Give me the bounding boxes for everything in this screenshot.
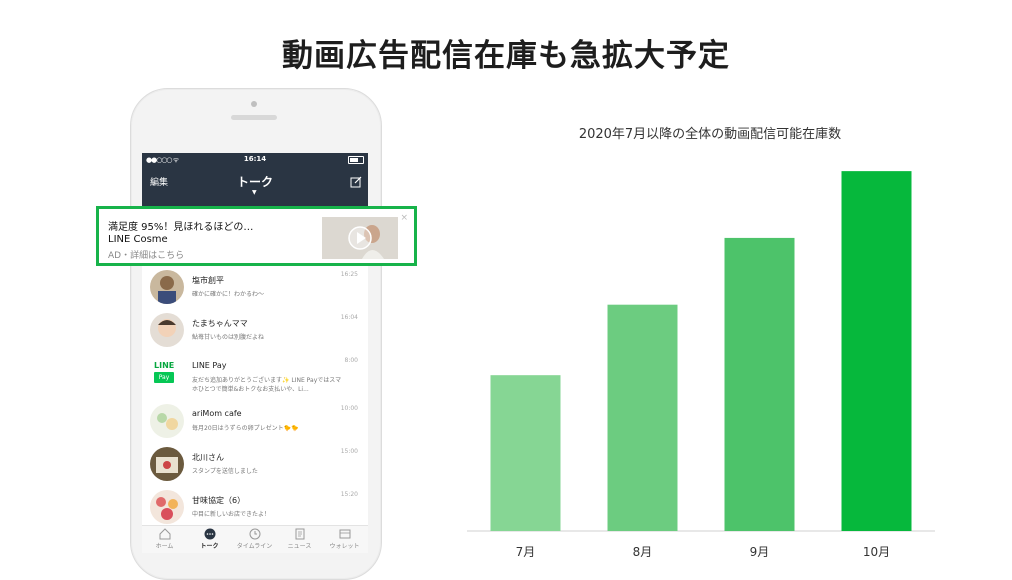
ad-details-link[interactable]: AD・詳細はこちら [108, 248, 184, 261]
chat-row[interactable]: 甘味協定（6） 中目に新しいお店できたよ！ 15:20 [142, 487, 368, 530]
chat-time: 16:04 [340, 314, 358, 321]
tab-label: ホーム [155, 543, 174, 550]
chat-message: 確かに確かに！わかるわ〜 [192, 291, 265, 298]
wallet-icon [339, 529, 350, 539]
line-pay-logo: LINE Pay [152, 361, 182, 389]
tab-label: タイムライン [236, 543, 273, 550]
chat-message: 友だち追加ありがとうございます✨ LINE Payではスマホひとつで簡単&おトク… [192, 377, 342, 393]
tab-wallet[interactable]: ウォレット [322, 528, 367, 550]
ad-brand: LINE Cosme [108, 234, 168, 245]
bar-3 [724, 237, 795, 531]
chat-row[interactable]: 塩市創平 確かに確かに！わかるわ〜 16:25 [142, 267, 368, 310]
avatar [150, 270, 184, 304]
chat-message: スタンプを送信しました [192, 468, 258, 475]
line-pay-logo-line: LINE [154, 361, 175, 370]
chat-row[interactable]: ariMom cafe 毎月20日はうずらの卵プレゼント🐤🐤 10:00 [142, 401, 368, 444]
chat-message: 中目に新しいお店できたよ！ [192, 511, 271, 518]
chat-time: 8:00 [344, 357, 358, 364]
ad-video-thumbnail[interactable] [322, 217, 398, 259]
news-icon [295, 528, 304, 540]
x-tick-label: 9月 [750, 545, 770, 559]
bar-4 [841, 171, 912, 531]
tab-timeline[interactable]: タイムライン [232, 528, 277, 550]
tab-label: トーク [200, 543, 219, 550]
chat-name: ariMom cafe [192, 409, 242, 418]
clock-icon [249, 528, 260, 540]
chat-time: 15:00 [340, 448, 358, 455]
chat-time: 10:00 [340, 405, 358, 412]
avatar [150, 404, 184, 438]
chat-row[interactable]: LINE Pay LINE Pay 友だち追加ありがとうございます✨ LINE … [142, 353, 368, 401]
phone-speaker [231, 115, 277, 120]
chat-message: 鮎苺甘いものは別腹だよね [192, 334, 265, 341]
x-tick-label: 10月 [863, 545, 890, 559]
chat-name: 北川さん [192, 453, 224, 462]
bar-1 [490, 375, 561, 531]
tab-label: ニュース [287, 543, 312, 550]
page-title: 動画広告配信在庫も急拡大予定 [282, 38, 730, 74]
line-pay-logo-pay: Pay [154, 372, 174, 383]
battery-icon [348, 156, 364, 164]
home-icon [159, 528, 170, 540]
ad-headline: 満足度 95%！見ほれるほどの… [108, 222, 254, 233]
avatar [150, 447, 184, 481]
chart-title: 2020年7月以降の全体の動画配信可能在庫数 [578, 127, 842, 142]
bar-2 [607, 304, 678, 531]
tab-label: ウォレット [329, 543, 360, 550]
chat-time: 15:20 [340, 491, 358, 498]
chat-message: 毎月20日はうずらの卵プレゼント🐤🐤 [192, 425, 299, 432]
caret-down-icon: ▼ [252, 189, 257, 196]
nav-title[interactable]: トーク [142, 173, 368, 190]
tab-bar: ホーム トーク タイムライン ニュース ウォレット [142, 525, 368, 553]
nav-bar: 編集 トーク ▼ [142, 167, 368, 207]
chat-bubble-icon [204, 528, 215, 540]
status-bar: ●●○○○ ᯤ 16:14 [142, 153, 368, 167]
tab-talk[interactable]: トーク [187, 528, 232, 550]
chat-time: 16:25 [340, 271, 358, 278]
compose-icon[interactable] [350, 173, 362, 192]
phone-camera [251, 101, 257, 107]
avatar [150, 313, 184, 347]
tab-news[interactable]: ニュース [277, 528, 322, 550]
status-time: 16:14 [243, 155, 267, 163]
chat-name: 甘味協定（6） [192, 496, 246, 505]
x-tick-label: 7月 [516, 545, 536, 559]
close-icon[interactable]: × [400, 213, 408, 223]
chat-name: LINE Pay [192, 361, 227, 370]
chat-name: たまちゃんママ [192, 319, 248, 328]
x-tick-label: 8月 [633, 545, 653, 559]
bar-chart: 7月 8月 9月 10月 [467, 171, 935, 559]
avatar [150, 490, 184, 524]
tab-home[interactable]: ホーム [142, 528, 187, 550]
chat-name: 塩市創平 [192, 276, 224, 285]
video-ad-card[interactable]: 満足度 95%！見ほれるほどの… LINE Cosme AD・詳細はこちら × [96, 206, 417, 266]
chat-list: 塩市創平 確かに確かに！わかるわ〜 16:25 たまちゃんママ 鮎苺甘いものは別… [142, 267, 368, 530]
chat-row[interactable]: たまちゃんママ 鮎苺甘いものは別腹だよね 16:04 [142, 310, 368, 353]
chat-row[interactable]: 北川さん スタンプを送信しました 15:00 [142, 444, 368, 487]
